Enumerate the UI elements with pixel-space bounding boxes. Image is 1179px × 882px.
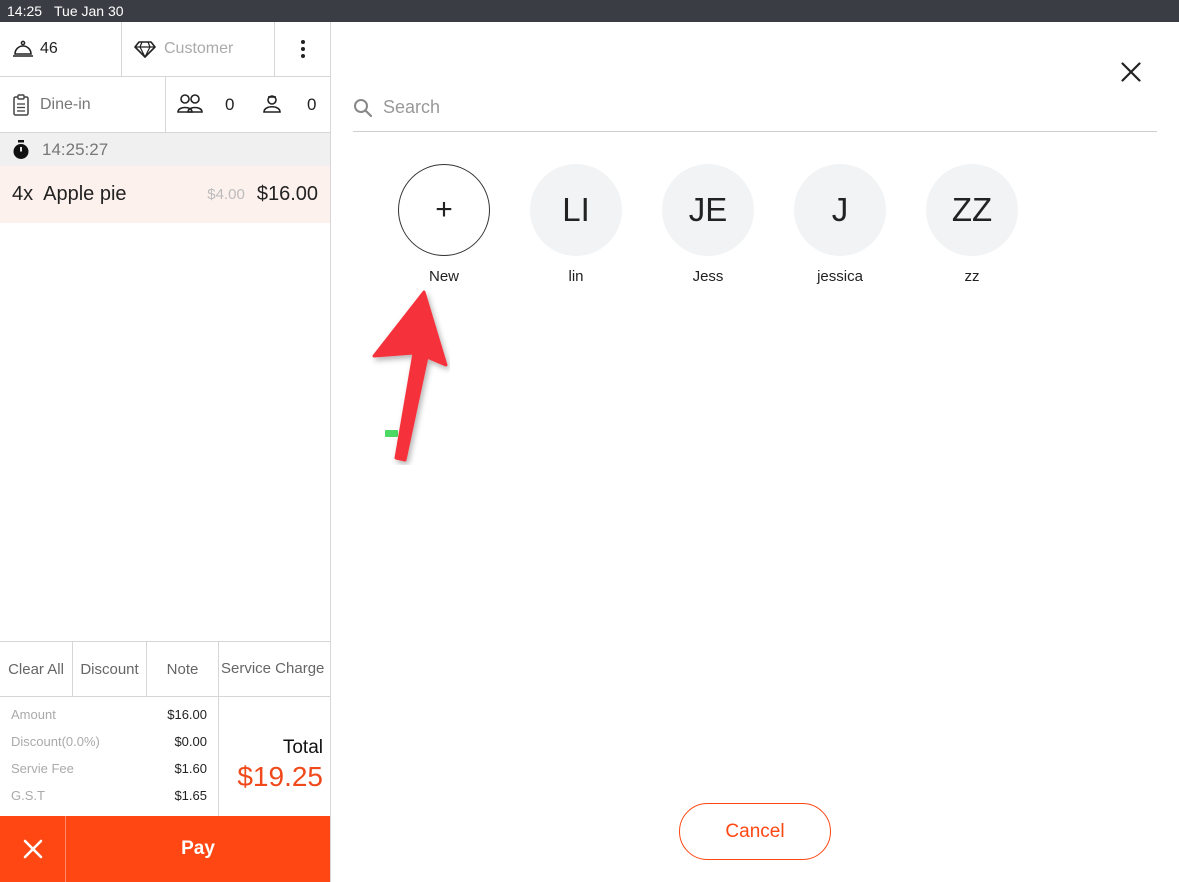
customer-avatar: JE xyxy=(662,164,754,256)
order-type-row: Dine-in 0 0 xyxy=(0,77,330,133)
search-input[interactable] xyxy=(383,97,1083,118)
customer-item[interactable]: ZZ zz xyxy=(906,164,1038,285)
customer-item[interactable]: J jessica xyxy=(774,164,906,285)
summary-service-fee: Servie Fee $1.60 xyxy=(11,761,207,788)
new-customer-label: New xyxy=(428,268,459,285)
staff-icon[interactable] xyxy=(262,94,282,114)
staff-count: 0 xyxy=(307,95,317,114)
gst-value: $1.65 xyxy=(174,788,207,803)
customer-name: lin xyxy=(568,268,584,285)
search-bar xyxy=(353,84,1157,132)
service-charge-button[interactable]: Service Charge xyxy=(219,642,330,696)
more-vertical-icon xyxy=(300,40,305,58)
close-picker-button[interactable] xyxy=(1117,58,1145,86)
summary-lines: Amount $16.00 Discount(0.0%) $0.00 Servi… xyxy=(0,697,219,816)
customer-avatar: ZZ xyxy=(926,164,1018,256)
total-value: $19.25 xyxy=(237,761,323,792)
cloche-icon xyxy=(13,40,33,57)
order-header-row: 46 Customer xyxy=(0,22,330,77)
service-fee-value: $1.60 xyxy=(174,761,207,776)
close-icon xyxy=(23,839,42,859)
customer-avatar: J xyxy=(794,164,886,256)
total-box: Total $19.25 xyxy=(219,697,330,816)
discount-value: $0.00 xyxy=(174,734,207,749)
customer-name: Jess xyxy=(692,268,724,285)
customer-item[interactable]: LI lin xyxy=(510,164,642,285)
summary-amount: Amount $16.00 xyxy=(11,707,207,734)
customer-list: + New LI lin JE Jess J jessica ZZ zz xyxy=(378,164,1038,285)
summary-discount: Discount(0.0%) $0.00 xyxy=(11,734,207,761)
amount-value: $16.00 xyxy=(167,707,207,722)
pay-bar: Pay xyxy=(0,816,330,882)
discount-button[interactable]: Discount xyxy=(73,642,147,696)
cancel-button[interactable]: Cancel xyxy=(679,803,831,860)
item-quantity: 4x xyxy=(12,183,34,205)
item-line-total: $16.00 xyxy=(256,183,318,205)
note-button[interactable]: Note xyxy=(147,642,219,696)
plus-icon: + xyxy=(398,164,490,256)
customer-name: zz xyxy=(964,268,980,285)
status-time: 14:25 xyxy=(7,3,43,19)
discount-label: Discount(0.0%) xyxy=(11,734,100,749)
void-order-button[interactable] xyxy=(0,816,66,882)
item-name: Apple pie xyxy=(43,183,127,205)
clear-all-button[interactable]: Clear All xyxy=(0,642,73,696)
diamond-icon xyxy=(134,41,156,58)
search-icon xyxy=(354,98,373,117)
annotation-arrow-icon xyxy=(372,290,448,462)
order-panel: 46 Customer Dine-in 0 0 14:25:27 4x Appl… xyxy=(0,22,331,882)
item-unit-price: $4.00 xyxy=(207,186,245,203)
guests-count: 0 xyxy=(225,95,235,114)
table-selector[interactable]: 46 xyxy=(0,22,122,76)
customer-picker: + New LI lin JE Jess J jessica ZZ zz Can… xyxy=(331,22,1179,882)
customer-selector[interactable]: Customer xyxy=(122,22,275,76)
order-actions: Clear All Discount Note Service Charge xyxy=(0,641,330,697)
order-summary: Amount $16.00 Discount(0.0%) $0.00 Servi… xyxy=(0,697,330,816)
customer-item[interactable]: JE Jess xyxy=(642,164,774,285)
total-label: Total xyxy=(282,737,323,758)
customer-name: jessica xyxy=(817,268,863,285)
gst-label: G.S.T xyxy=(11,788,45,803)
order-type-selector[interactable]: Dine-in xyxy=(0,77,166,132)
clipboard-icon xyxy=(13,93,29,116)
status-date: Tue Jan 30 xyxy=(54,3,124,19)
amount-label: Amount xyxy=(11,707,56,722)
guest-counts: 0 0 xyxy=(166,77,330,132)
guests-icon[interactable] xyxy=(177,93,203,115)
status-bar: 14:25 Tue Jan 30 64% xyxy=(0,0,1179,441)
order-type-label: Dine-in xyxy=(40,95,91,113)
service-fee-label: Servie Fee xyxy=(11,761,74,776)
table-number: 46 xyxy=(40,40,58,57)
more-options-button[interactable] xyxy=(275,22,330,76)
pay-button[interactable]: Pay xyxy=(66,816,330,882)
summary-gst: G.S.T $1.65 xyxy=(11,788,207,815)
new-customer-button[interactable]: + New xyxy=(378,164,510,285)
close-icon xyxy=(1121,62,1141,82)
timer-value: 14:25:27 xyxy=(42,139,109,159)
stopwatch-icon xyxy=(13,139,29,159)
customer-placeholder: Customer xyxy=(164,40,234,57)
order-item[interactable]: 4x Apple pie $4.00 $16.00 xyxy=(0,166,330,223)
customer-avatar: LI xyxy=(530,164,622,256)
order-timer: 14:25:27 xyxy=(0,133,330,166)
